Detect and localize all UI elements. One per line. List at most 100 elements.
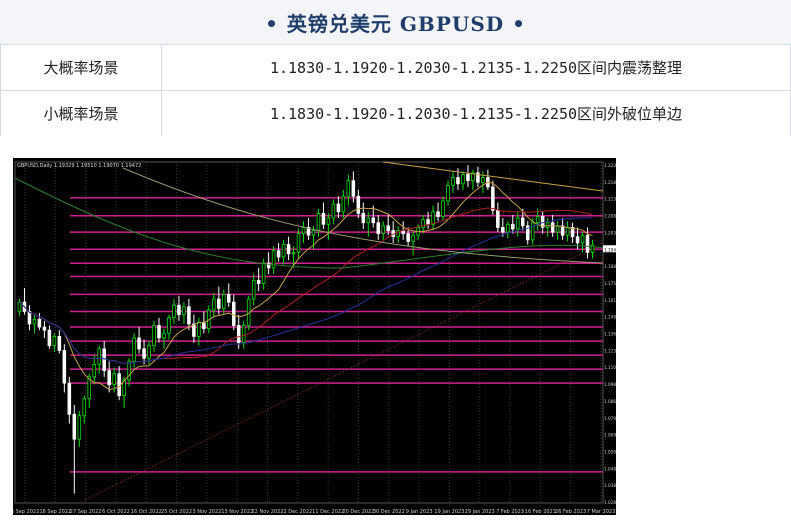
candle-body	[97, 348, 101, 365]
y-tick-label: 1.11040	[604, 365, 616, 370]
candle-body	[167, 317, 171, 334]
x-tick-label: 7 Mar 2023	[587, 509, 616, 515]
candle-body	[301, 226, 306, 235]
scenario-table: 大概率场景 1.1830-1.1920-1.2030-1.2135-1.2250…	[0, 44, 791, 137]
candle-body	[286, 244, 291, 255]
scenario-value: 1.1830-1.1920-1.2030-1.2135-1.2250区间外破位单…	[161, 90, 791, 137]
candle-body	[501, 226, 505, 233]
candle-body	[406, 233, 410, 242]
candle-body	[575, 236, 580, 244]
candle-body	[82, 398, 87, 417]
candle-body	[102, 348, 106, 372]
candle-body	[117, 373, 121, 396]
candle-body	[47, 329, 52, 347]
candle-body	[466, 174, 470, 182]
candle-body	[291, 251, 296, 255]
candle-body	[366, 217, 371, 224]
x-tick-label: 6 Sep 2022	[13, 509, 39, 515]
candle-body	[311, 230, 316, 236]
candle-body	[590, 244, 595, 253]
candle-body	[381, 225, 386, 235]
candle-body	[256, 279, 261, 284]
y-tick-label: 1.17590	[604, 281, 616, 286]
x-tick-label: 22 Nov 2022	[252, 509, 284, 515]
candle-body	[481, 177, 485, 183]
candle-body	[441, 200, 445, 217]
candle-body	[192, 323, 196, 337]
y-tick-label: 1.21340	[604, 197, 616, 202]
candle-body	[550, 222, 555, 233]
candle-body	[147, 345, 151, 359]
y-tick-label: 1.20820	[604, 214, 616, 219]
y-tick-label: 1.09820	[604, 382, 616, 387]
candle-body	[152, 325, 156, 347]
x-tick-label: 6 Oct 2022	[102, 509, 130, 515]
candle-body	[585, 234, 590, 253]
candle-body	[461, 174, 465, 185]
y-tick-label: 1.20300	[604, 230, 616, 235]
candle-body	[27, 311, 32, 325]
candle-body	[331, 203, 336, 219]
candle-body	[77, 415, 82, 440]
trend-line	[84, 242, 604, 501]
candle-body	[231, 301, 236, 326]
candle-body	[177, 304, 181, 315]
candle-body	[565, 226, 570, 236]
candlestick-chart: 6 Sep 2022 18 Sep 202227 Sep 2022 6 Oct 20…	[11, 161, 622, 515]
candle-body	[580, 234, 585, 244]
candle-body	[426, 219, 430, 225]
x-tick-label: 30 Dec 2022	[373, 509, 405, 515]
x-tick-label: 19 Jan 2023	[434, 509, 464, 515]
candle-body	[351, 180, 356, 197]
candle-body	[32, 318, 37, 325]
x-tick-label: 11 Dec 2022	[312, 509, 344, 515]
scenario-label: 大概率场景	[0, 44, 162, 91]
candle-body	[341, 195, 346, 213]
candle-body	[376, 222, 381, 235]
y-tick-label: 1.05910	[604, 449, 616, 454]
candle-body	[187, 306, 191, 325]
candle-body	[142, 348, 146, 359]
y-tick-label: 1.06910	[604, 433, 616, 438]
candle-body	[62, 350, 67, 384]
candle-body	[132, 337, 136, 362]
y-tick-label: 1.14930	[604, 315, 616, 320]
symbol-info: GBPUSD,Daily 1.19329 1.19510 1.19070 1.1…	[17, 163, 141, 169]
candle-body	[386, 225, 390, 231]
price-chart: 6 Sep 2022 18 Sep 2022 27 Sep 2022 6 Oct 20…	[11, 158, 622, 515]
y-tick-label: 1.16150	[604, 298, 616, 303]
x-tick-label: 25 Oct 2022	[161, 509, 192, 515]
candle-body	[296, 233, 301, 253]
y-tick-label: 1.19472	[604, 247, 616, 252]
candle-body	[431, 211, 435, 225]
x-tick-label: 13 Nov 2022	[221, 509, 253, 515]
y-tick-label: 1.18810	[604, 264, 616, 269]
candle-body	[72, 413, 77, 440]
candle-body	[202, 321, 206, 330]
scenario-row: 大概率场景 1.1830-1.1920-1.2030-1.2135-1.2250…	[0, 44, 791, 91]
candle-body	[251, 279, 256, 300]
y-tick-label: 1.12360	[604, 348, 616, 353]
candle-body	[236, 325, 241, 344]
title-bar: • 英镑兑美元 GBPUSD •	[0, 0, 791, 44]
x-tick-label: 16 Feb 2023	[525, 509, 556, 515]
candle-body	[356, 195, 361, 214]
candle-body	[506, 223, 510, 233]
candle-body	[371, 217, 376, 224]
y-tick-label: 1.03870	[604, 483, 616, 488]
candle-body	[336, 203, 341, 213]
y-tick-label: 1.21860	[604, 180, 616, 185]
candle-body	[446, 184, 450, 202]
x-tick-label: 29 Jan 2023	[465, 509, 495, 515]
candle-body	[217, 298, 221, 309]
candle-body	[326, 217, 331, 225]
y-tick-label: 1.02800	[604, 500, 616, 505]
candle-body	[515, 217, 520, 230]
candle-body	[67, 382, 72, 415]
x-tick-label: 9 Jan 2023	[406, 509, 433, 515]
candle-body	[212, 298, 216, 311]
y-tick-label: 1.22380	[604, 163, 616, 168]
candle-body	[281, 244, 286, 258]
candle-body	[42, 326, 47, 331]
candle-body	[92, 364, 97, 378]
